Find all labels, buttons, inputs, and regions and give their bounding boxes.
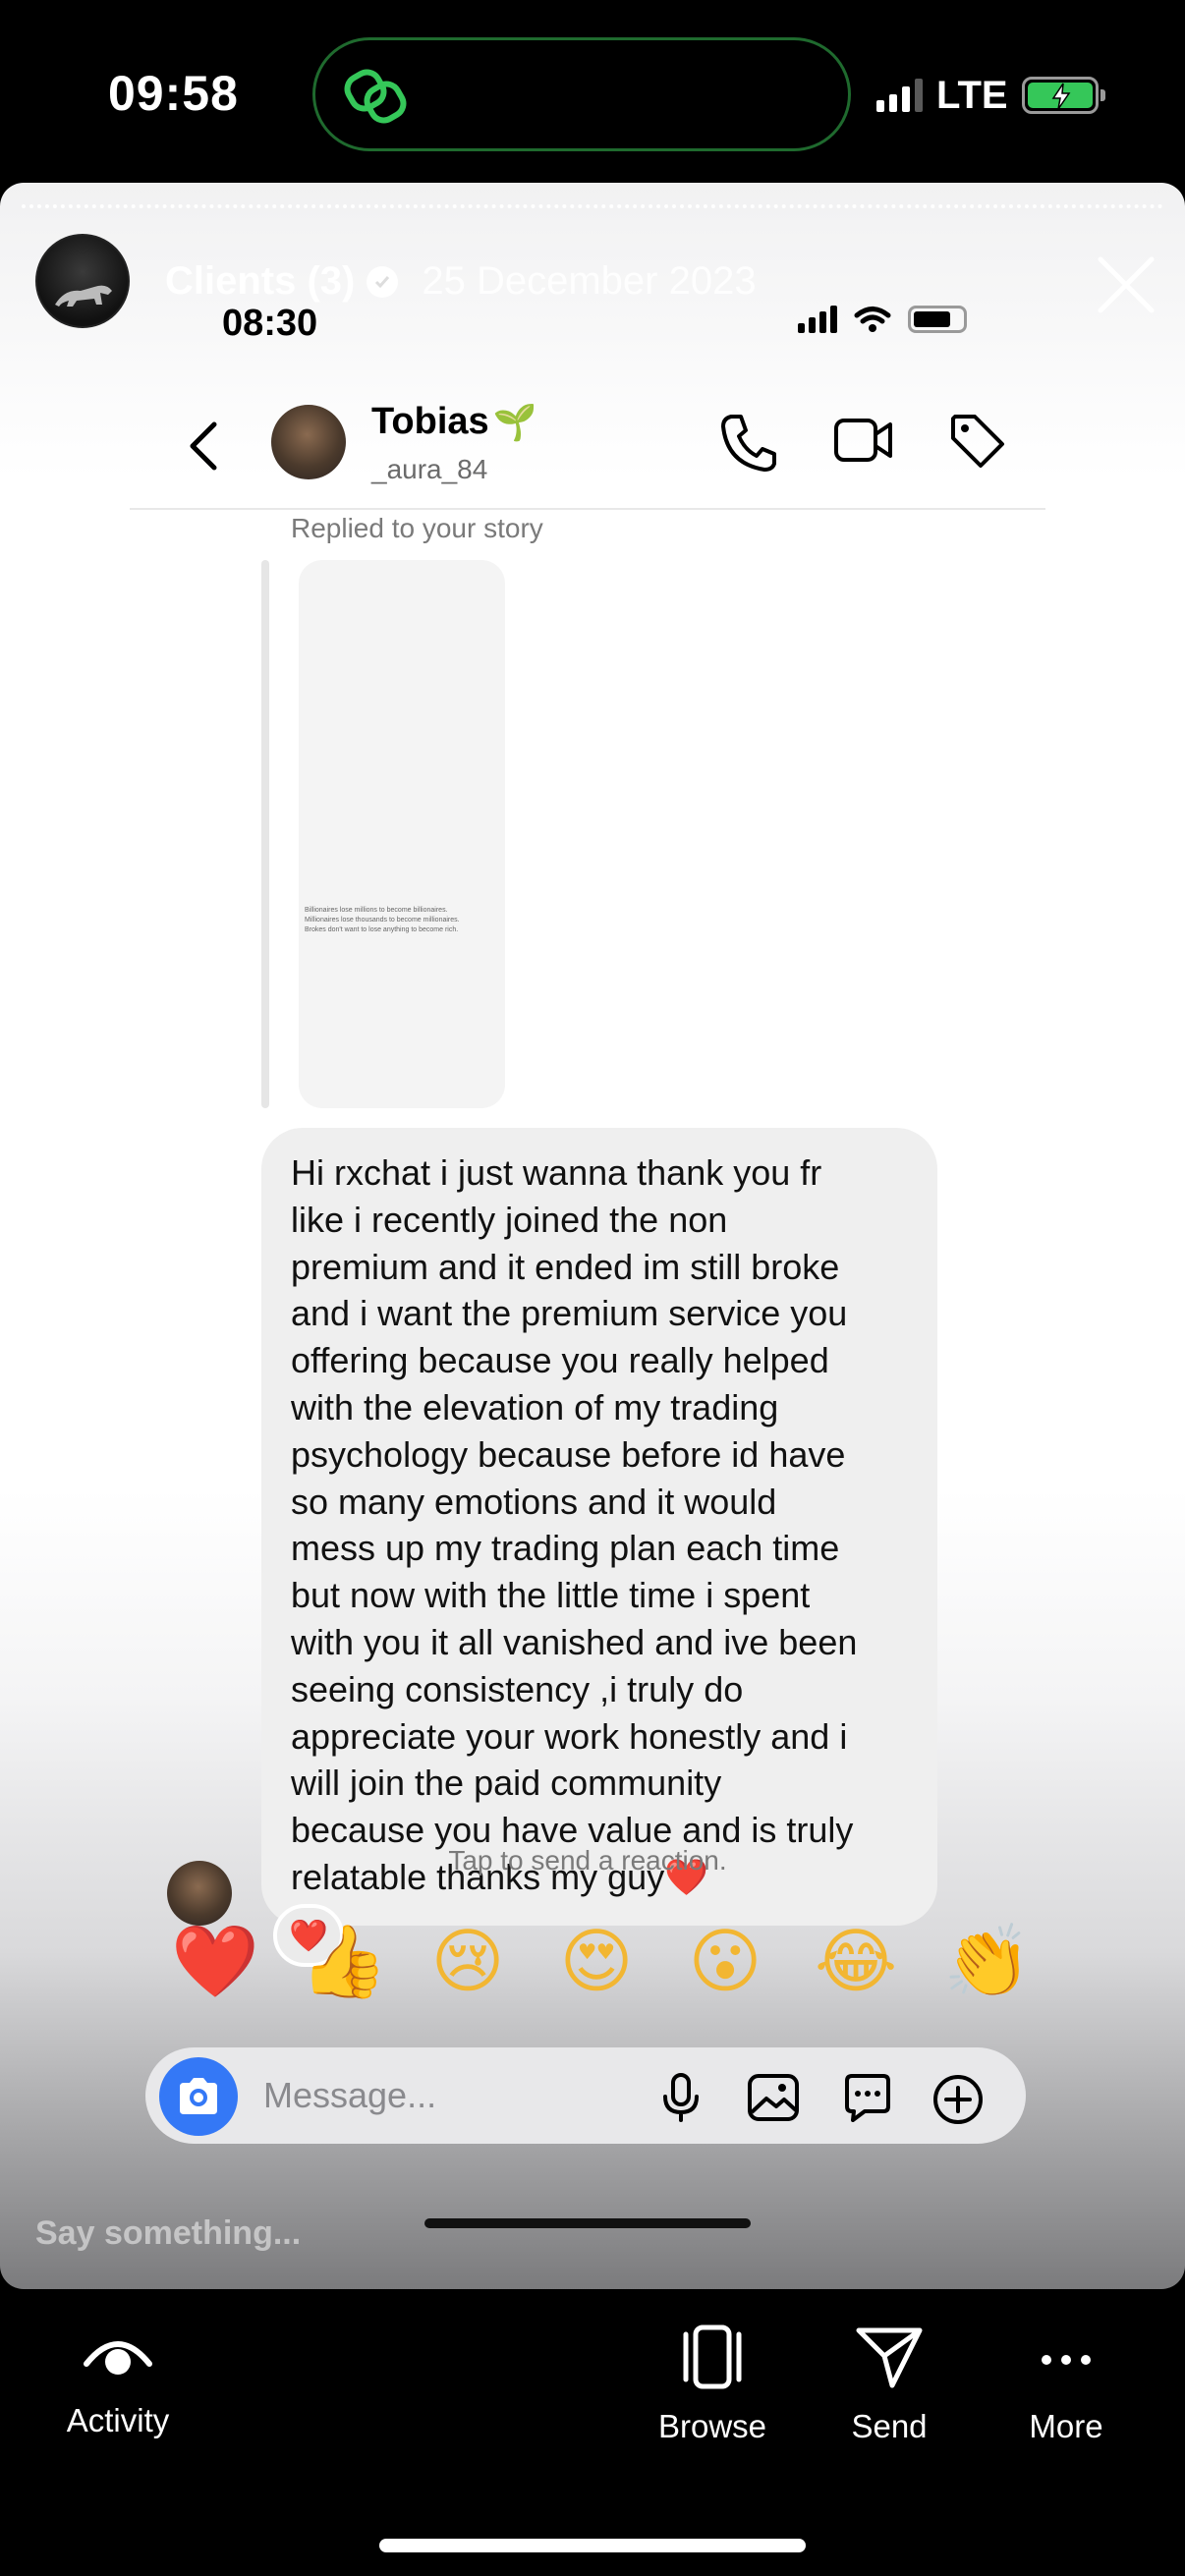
message-composer[interactable]: Message... <box>145 2047 1026 2144</box>
phone-call-icon[interactable] <box>719 411 778 474</box>
story-reply-input[interactable]: Say something... <box>35 2214 301 2253</box>
bull-logo-icon <box>55 285 112 307</box>
activity-eye-icon <box>84 2341 152 2375</box>
message-line: premium and it ended im still broke <box>291 1246 840 1287</box>
message-line: will join the paid community <box>291 1763 722 1804</box>
nav-more-label: More <box>1029 2408 1103 2444</box>
link-rings-icon <box>344 69 407 124</box>
message-line: Hi rxchat i just wanna thank you fr <box>291 1152 822 1193</box>
screenshot-home-indicator <box>424 2218 751 2228</box>
story-progress-bar <box>22 204 1163 208</box>
story-date: 25 December 2023 <box>422 259 757 303</box>
screenshot-status-time: 08:30 <box>222 303 318 344</box>
reaction-crying[interactable]: 😢 <box>428 1922 507 2000</box>
message-line: like i recently joined the non <box>291 1199 728 1240</box>
signal-icon <box>798 306 837 333</box>
message-line: so many emotions and it would <box>291 1481 777 1522</box>
system-indicators: LTE <box>876 71 1105 120</box>
message-line: mess up my trading plan each time <box>291 1528 840 1569</box>
story-preview-line: Brokes don't want to lose anything to be… <box>305 926 459 933</box>
browse-icon <box>683 2324 742 2389</box>
camera-icon <box>180 2078 217 2114</box>
story-preview-line: Billionaires lose millions to become bil… <box>305 907 448 914</box>
nav-more[interactable]: More <box>1012 2324 1120 2445</box>
contact-handle: _aura_84 <box>371 454 488 484</box>
system-time: 09:58 <box>108 66 239 121</box>
message-line: psychology because before id have <box>291 1433 846 1475</box>
send-icon <box>856 2327 923 2388</box>
message-line: and i want the premium service you <box>291 1293 848 1334</box>
nav-send-label: Send <box>851 2408 928 2444</box>
reaction-thumbs-up[interactable]: 👍 <box>300 1922 388 2000</box>
microphone-icon[interactable] <box>658 2073 704 2122</box>
reaction-surprised[interactable]: 😮 <box>686 1922 764 2000</box>
story-author-avatar[interactable] <box>35 234 130 328</box>
bottom-nav: Activity Browse Send More <box>0 2289 1185 2576</box>
system-status-bar: 09:58 LTE <box>0 0 1185 183</box>
nav-send[interactable]: Send <box>835 2324 943 2445</box>
message-bubble[interactable]: Hi rxchat i just wanna thank you fr like… <box>261 1128 937 1926</box>
contact-name[interactable]: Tobias 🌱 <box>371 401 536 443</box>
message-input[interactable]: Message... <box>263 2075 436 2116</box>
camera-button[interactable] <box>159 2057 238 2136</box>
reaction-clapping[interactable]: 👏 <box>943 1922 1032 2000</box>
message-line: with the elevation of my trading <box>291 1386 779 1428</box>
gallery-icon[interactable] <box>747 2073 800 2122</box>
add-circle-icon[interactable] <box>931 2073 985 2126</box>
contact-name-text: Tobias <box>371 401 489 442</box>
reaction-laughing[interactable]: 😂 <box>815 1922 897 2000</box>
battery-charging-icon <box>1021 77 1105 114</box>
tag-icon[interactable] <box>947 411 1006 472</box>
message-line: with you it all vanished and ive been <box>291 1621 858 1662</box>
nav-browse-label: Browse <box>657 2408 767 2444</box>
message-line: seeing consistency ,i truly do <box>291 1668 744 1709</box>
dynamic-island[interactable] <box>312 37 851 151</box>
sticker-chat-icon[interactable] <box>841 2073 894 2122</box>
story-title[interactable]: Clients (3) <box>165 259 355 304</box>
cellular-signal-icon <box>876 79 923 112</box>
contact-avatar[interactable] <box>271 405 346 479</box>
message-line: offering because you really helped <box>291 1340 829 1381</box>
home-indicator[interactable] <box>379 2539 806 2552</box>
reaction-heart-eyes[interactable]: 😍 <box>557 1922 636 2000</box>
verified-badge-icon <box>367 265 399 298</box>
reply-indicator-bar <box>261 560 269 1108</box>
wifi-icon <box>854 307 891 332</box>
video-call-icon[interactable] <box>833 415 894 466</box>
close-icon[interactable] <box>1093 252 1159 318</box>
seedling-emoji: 🌱 <box>492 402 537 443</box>
story-viewer[interactable]: Clients (3) 25 December 2023 08:30 Tobia… <box>0 183 1185 2289</box>
nav-activity[interactable]: Activity <box>55 2324 181 2439</box>
back-chevron-icon[interactable] <box>179 417 230 476</box>
nav-browse[interactable]: Browse <box>649 2324 776 2445</box>
nav-activity-label: Activity <box>66 2402 170 2438</box>
screenshot-status-indicators <box>798 305 967 334</box>
battery-icon <box>908 306 967 333</box>
reaction-hint: Tap to send a reaction. <box>448 1845 727 1876</box>
reaction-heart[interactable]: ❤️ <box>171 1922 259 2000</box>
header-divider <box>130 508 1045 510</box>
message-line: appreciate your work honestly and i <box>291 1715 848 1757</box>
replied-to-story-label: Replied to your story <box>291 513 543 543</box>
network-type: LTE <box>936 73 1008 117</box>
more-icon <box>1042 2355 1091 2365</box>
message-line: but now with the little time i spent <box>291 1575 811 1616</box>
replied-story-thumbnail[interactable]: Billionaires lose millions to become bil… <box>299 560 505 1108</box>
story-header: Clients (3) 25 December 2023 <box>165 259 757 304</box>
quick-reaction-bar: ❤️ 👍 😢 😍 😮 😂 👏 <box>171 1922 1032 2000</box>
story-preview-line: Millionaires lose thousands to become mi… <box>305 917 460 924</box>
